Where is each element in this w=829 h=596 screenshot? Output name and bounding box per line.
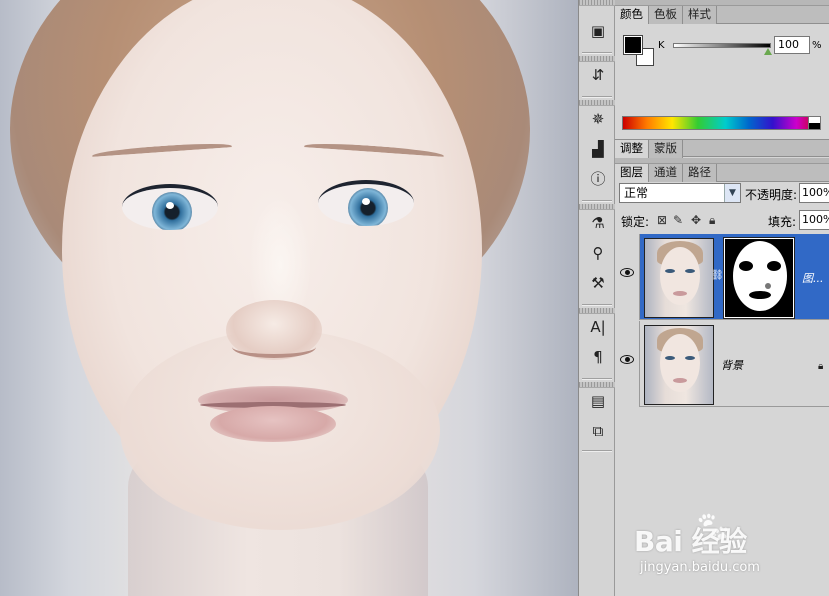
tab-adjustments[interactable]: 调整 xyxy=(615,140,649,158)
lock-icon: 🔒︎ xyxy=(818,361,824,372)
watermark-site: jingyan.baidu.com xyxy=(640,560,760,575)
brush-presets-icon[interactable]: ⚗ xyxy=(587,212,609,234)
navigator-icon[interactable]: ✵ xyxy=(587,108,609,130)
strip-grip[interactable] xyxy=(579,382,615,388)
color-panel: 颜色 色板 样式 K 100 % xyxy=(615,0,829,139)
copy-icon[interactable]: ⧉ xyxy=(587,420,609,442)
lock-all-icon[interactable]: 🔒︎ xyxy=(709,213,715,228)
eye-icon xyxy=(620,268,634,277)
layer-thumbnail[interactable] xyxy=(644,238,714,318)
info-icon[interactable]: ⓘ xyxy=(587,168,609,190)
strip-grip[interactable] xyxy=(579,204,615,210)
paragraph-icon[interactable]: ¶ xyxy=(587,346,609,368)
layer-thumbnail[interactable] xyxy=(644,325,714,405)
eye-icon xyxy=(620,355,634,364)
tab-styles[interactable]: 样式 xyxy=(683,6,717,24)
baidu-watermark: 🐾︎ Bai 经验 jingyan.baidu.com xyxy=(634,506,824,582)
layer-row[interactable]: ⛓ 图... xyxy=(615,234,829,320)
clone-source-icon[interactable]: ⚲ xyxy=(587,242,609,264)
lock-position-icon[interactable]: ✥ xyxy=(691,213,701,227)
strip-grip[interactable] xyxy=(579,56,615,62)
blend-mode-value: 正常 xyxy=(624,186,649,200)
tab-layers[interactable]: 图层 xyxy=(615,164,649,182)
color-spectrum-bar[interactable] xyxy=(622,116,821,130)
layer-name[interactable]: 图... xyxy=(802,270,824,286)
k-value-input[interactable]: 100 xyxy=(774,36,810,54)
history-icon[interactable]: ⇵ xyxy=(587,64,609,86)
lower-lip xyxy=(210,406,336,442)
opacity-input[interactable]: 100% xyxy=(799,183,829,203)
channel-label: K xyxy=(658,40,665,51)
tab-color[interactable]: 颜色 xyxy=(615,6,649,24)
foreground-color-swatch[interactable] xyxy=(623,35,643,55)
left-eye xyxy=(122,184,218,230)
chevron-down-icon[interactable]: ▼ xyxy=(724,184,740,202)
layer-mask-thumbnail[interactable] xyxy=(723,237,795,319)
fill-label: 填充: xyxy=(768,215,797,229)
black-white-swatch[interactable] xyxy=(808,116,821,130)
tab-channels[interactable]: 通道 xyxy=(649,164,683,182)
tab-paths[interactable]: 路径 xyxy=(683,164,717,182)
tab-swatches[interactable]: 色板 xyxy=(649,6,683,24)
visibility-toggle[interactable] xyxy=(615,234,640,320)
tab-masks[interactable]: 蒙版 xyxy=(649,140,683,158)
k-slider-track[interactable] xyxy=(673,43,771,48)
lock-transparent-icon[interactable]: ⊠ xyxy=(657,213,667,227)
notes-icon[interactable]: ▤ xyxy=(587,390,609,412)
document-canvas[interactable] xyxy=(0,0,578,596)
k-slider-thumb[interactable] xyxy=(764,48,772,55)
opacity-label: 不透明度: xyxy=(745,188,798,202)
strip-grip[interactable] xyxy=(579,100,615,106)
layers-panel-tabs: 图层 通道 路径 xyxy=(615,164,829,182)
adjustments-panel: 调整 蒙版 xyxy=(615,139,829,158)
lock-image-icon[interactable]: ✎ xyxy=(673,213,683,227)
character-icon[interactable]: A| xyxy=(587,316,609,338)
color-panel-tabs: 颜色 色板 样式 xyxy=(615,6,829,24)
fill-input[interactable]: 100% xyxy=(799,210,829,230)
tool-presets-icon[interactable]: ⚒ xyxy=(587,272,609,294)
percent-unit: % xyxy=(812,40,822,51)
layer-row[interactable]: 背景 🔒︎ xyxy=(615,321,829,407)
histogram-icon[interactable]: ▟ xyxy=(587,138,609,160)
layer-name[interactable]: 背景 xyxy=(721,357,743,373)
layers-comp-icon[interactable]: ▣ xyxy=(587,20,609,42)
mask-link-icon[interactable]: ⛓ xyxy=(711,270,724,281)
blend-mode-select[interactable]: 正常 ▼ xyxy=(619,183,741,203)
watermark-logo: Bai 经验 xyxy=(634,525,747,558)
strip-grip[interactable] xyxy=(579,0,615,6)
nostrils xyxy=(232,336,316,358)
adjust-panel-tabs: 调整 蒙版 xyxy=(615,139,829,158)
right-eye xyxy=(318,180,414,226)
lock-label: 锁定: xyxy=(621,215,650,229)
panel-icon-strip: ▣ ⇵ ✵ ▟ ⓘ ⚗ ⚲ ⚒ A| ¶ ▤ ⧉ xyxy=(578,0,615,596)
strip-grip[interactable] xyxy=(579,308,615,314)
visibility-toggle[interactable] xyxy=(615,321,640,407)
